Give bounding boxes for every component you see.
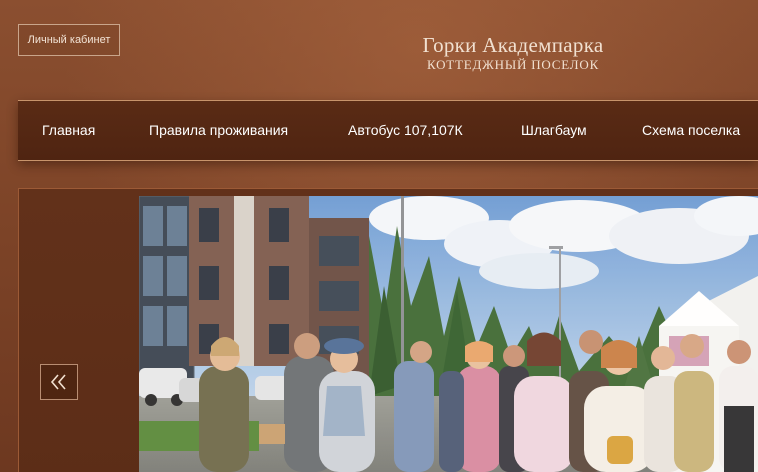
personal-cabinet-button[interactable]: Личный кабинет (18, 24, 120, 56)
nav-item-village-map[interactable]: Схема поселка (642, 101, 740, 160)
site-title: Горки Академпарка (422, 33, 604, 57)
site-logo[interactable]: Горки Академпарка коттеджный поселок (398, 33, 628, 73)
nav-item-bus[interactable]: Автобус 107,107К (348, 101, 463, 160)
page: Личный кабинет Горки Академпарка коттедж… (0, 0, 758, 472)
nav-item-home[interactable]: Главная (42, 101, 95, 160)
main-navigation: Главная Правила проживания Автобус 107,1… (18, 100, 758, 161)
site-subtitle: коттеджный поселок (426, 57, 600, 72)
nav-item-rules[interactable]: Правила проживания (149, 101, 288, 160)
slide-photo (139, 196, 758, 472)
double-chevron-left-icon (50, 374, 66, 390)
slider-prev-button[interactable] (40, 364, 78, 400)
nav-item-barrier[interactable]: Шлагбаум (521, 101, 587, 160)
photo-slider[interactable] (139, 196, 758, 472)
